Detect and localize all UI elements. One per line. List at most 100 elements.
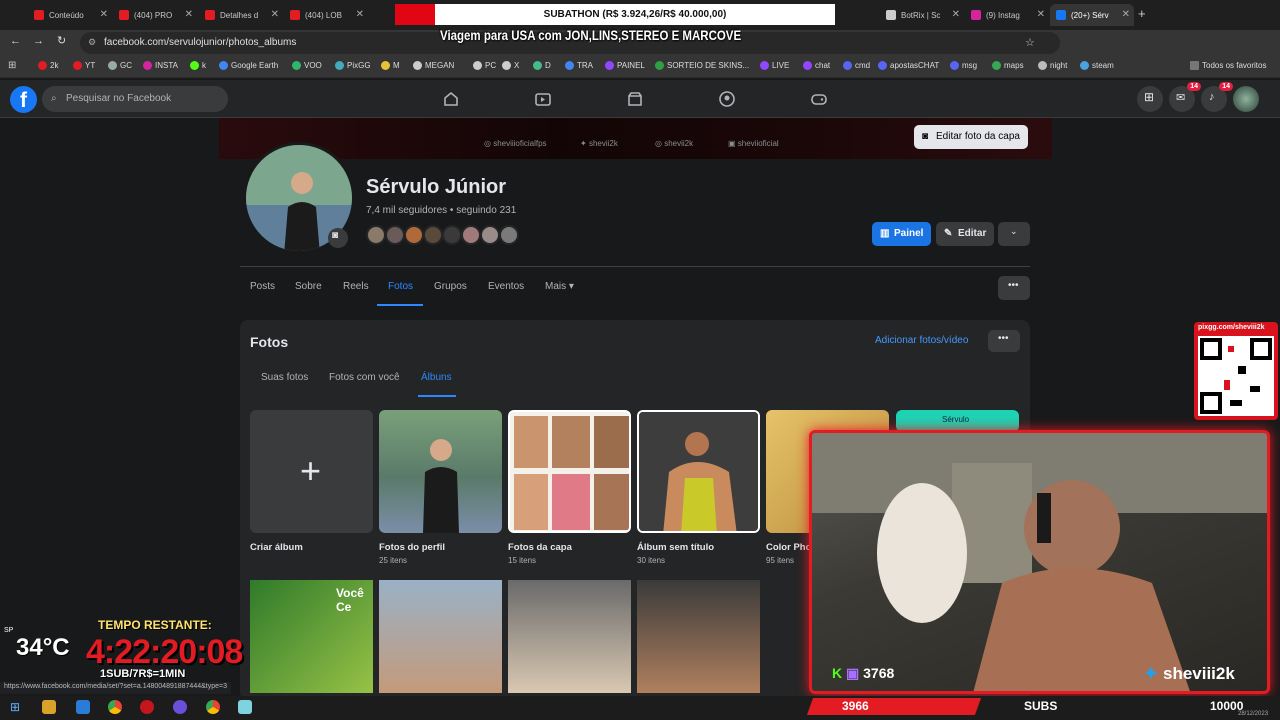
tab-posts[interactable]: Posts	[250, 281, 275, 292]
video-icon[interactable]	[534, 90, 552, 108]
album-thumbnail[interactable]: Você Ce	[250, 580, 373, 693]
panel-button[interactable]: ▥ Painel	[872, 222, 932, 246]
create-album-tile[interactable]: +	[250, 410, 373, 533]
album-thumbnail[interactable]	[508, 410, 631, 533]
close-icon[interactable]: ✕	[100, 9, 108, 20]
add-photos-link[interactable]: Adicionar fotos/vídeo	[875, 335, 968, 346]
album-name[interactable]: Fotos da capa	[508, 542, 572, 553]
file-explorer-icon[interactable]	[42, 700, 56, 714]
facebook-logo-icon[interactable]: f	[10, 86, 37, 113]
browser-tab[interactable]: (404) LOB ✕	[284, 4, 368, 26]
friend-avatar[interactable]	[385, 225, 405, 245]
bookmark-item[interactable]: MEGAN	[413, 61, 454, 70]
album-name[interactable]: Criar álbum	[250, 542, 303, 553]
tabs-more-button[interactable]: •••	[998, 276, 1030, 300]
friend-avatar[interactable]	[404, 225, 424, 245]
subtab-your-photos[interactable]: Suas fotos	[261, 372, 308, 383]
friend-avatar[interactable]	[423, 225, 443, 245]
social-link[interactable]: ▣ sheviioficial	[728, 139, 779, 148]
bookmark-item[interactable]: X	[502, 61, 519, 70]
tab-more[interactable]: Mais ▾	[545, 281, 574, 292]
bookmark-all-favorites[interactable]: Todos os favoritos	[1190, 61, 1266, 70]
album-name[interactable]: Color Pho	[766, 542, 811, 553]
browser-tab-active[interactable]: (20+) Sérv ✕	[1050, 4, 1134, 26]
album-thumbnail[interactable]	[379, 410, 502, 533]
bookmark-star-icon[interactable]: ☆	[1025, 36, 1035, 49]
chrome-icon[interactable]	[206, 700, 220, 714]
windows-start-icon[interactable]: ⊞	[10, 700, 20, 714]
bookmark-item[interactable]: D	[533, 61, 551, 70]
bookmark-item[interactable]: PC	[473, 61, 496, 70]
social-link[interactable]: ◎ shevii2k	[655, 139, 693, 148]
store-icon[interactable]	[76, 700, 90, 714]
forward-icon[interactable]: →	[33, 35, 44, 47]
close-icon[interactable]: ✕	[1037, 9, 1045, 20]
bookmark-item[interactable]: steam	[1080, 61, 1114, 70]
back-icon[interactable]: ←	[10, 35, 21, 47]
profile-followers[interactable]: 7,4 mil seguidores • seguindo 231	[366, 205, 516, 216]
close-icon[interactable]: ✕	[356, 9, 364, 20]
app-icon[interactable]	[238, 700, 252, 714]
album-thumbnail[interactable]: Sérvulo	[896, 410, 1019, 432]
album-thumbnail[interactable]	[637, 410, 760, 533]
social-link[interactable]: ◎ sheviiioficialfps	[484, 139, 547, 148]
bookmark-item[interactable]: 2k	[38, 61, 58, 70]
bookmark-item[interactable]: cmd	[843, 61, 870, 70]
close-icon[interactable]: ✕	[1122, 9, 1130, 20]
tab-about[interactable]: Sobre	[295, 281, 322, 292]
new-tab-icon[interactable]: +	[1138, 6, 1146, 21]
opera-icon[interactable]	[140, 700, 154, 714]
bookmark-item[interactable]: PixGG	[335, 61, 371, 70]
bookmark-item[interactable]: LIVE	[760, 61, 789, 70]
close-icon[interactable]: ✕	[952, 9, 960, 20]
bookmark-item[interactable]: VOO	[292, 61, 322, 70]
gaming-icon[interactable]	[810, 90, 828, 108]
apps-icon[interactable]: ⊞	[8, 60, 16, 71]
friend-avatar[interactable]	[442, 225, 462, 245]
menu-button[interactable]: ⊞	[1137, 86, 1163, 112]
close-icon[interactable]: ✕	[185, 9, 193, 20]
friend-avatar[interactable]	[366, 225, 386, 245]
browser-tab[interactable]: Conteúdo ✕	[28, 4, 112, 26]
photos-more-button[interactable]: •••	[988, 330, 1020, 352]
album-thumbnail[interactable]	[637, 580, 760, 693]
tab-events[interactable]: Eventos	[488, 281, 524, 292]
account-avatar[interactable]	[1233, 86, 1259, 112]
reload-icon[interactable]: ↻	[57, 34, 66, 47]
site-info-icon[interactable]: ⚙	[88, 37, 96, 48]
bookmark-item[interactable]: TRA	[565, 61, 593, 70]
messenger-button[interactable]: ✉ 14	[1169, 82, 1201, 112]
chrome-icon[interactable]	[108, 700, 122, 714]
home-icon[interactable]	[442, 90, 460, 108]
search-input[interactable]: ⌕ Pesquisar no Facebook	[42, 86, 228, 112]
close-icon[interactable]: ✕	[271, 9, 279, 20]
subtab-photos-of-you[interactable]: Fotos com você	[329, 372, 400, 383]
tab-groups[interactable]: Grupos	[434, 281, 467, 292]
friend-avatar[interactable]	[480, 225, 500, 245]
album-name[interactable]: Álbum sem título	[637, 542, 714, 553]
groups-icon[interactable]	[718, 90, 736, 108]
profile-options-button[interactable]: ⌄	[998, 222, 1030, 246]
browser-tab[interactable]: (9) Instag ✕	[965, 4, 1049, 26]
tab-reels[interactable]: Reels	[343, 281, 369, 292]
bookmark-item[interactable]: M	[381, 61, 400, 70]
marketplace-icon[interactable]	[626, 90, 644, 108]
bookmark-item[interactable]: INSTA	[143, 61, 178, 70]
bookmark-item[interactable]: k	[190, 61, 206, 70]
obs-icon[interactable]	[173, 700, 187, 714]
notifications-button[interactable]: ♪ 14	[1201, 82, 1233, 112]
browser-tab[interactable]: (404) PRO ✕	[113, 4, 197, 26]
browser-tab[interactable]: BotRix | Sc ✕	[880, 4, 964, 26]
friend-avatar[interactable]	[461, 225, 481, 245]
album-thumbnail[interactable]	[379, 580, 502, 693]
album-name[interactable]: Fotos do perfil	[379, 542, 445, 553]
tab-photos[interactable]: Fotos	[388, 281, 413, 292]
browser-tab[interactable]: Detalhes d ✕	[199, 4, 283, 26]
bookmark-item[interactable]: night	[1038, 61, 1067, 70]
change-photo-button[interactable]: ◙	[328, 228, 348, 248]
bookmark-item[interactable]: maps	[992, 61, 1024, 70]
bookmark-item[interactable]: PAINEL	[605, 61, 645, 70]
bookmark-item[interactable]: YT	[73, 61, 95, 70]
album-thumbnail[interactable]	[508, 580, 631, 693]
bookmark-item[interactable]: SORTEIO DE SKINS...	[655, 61, 749, 70]
